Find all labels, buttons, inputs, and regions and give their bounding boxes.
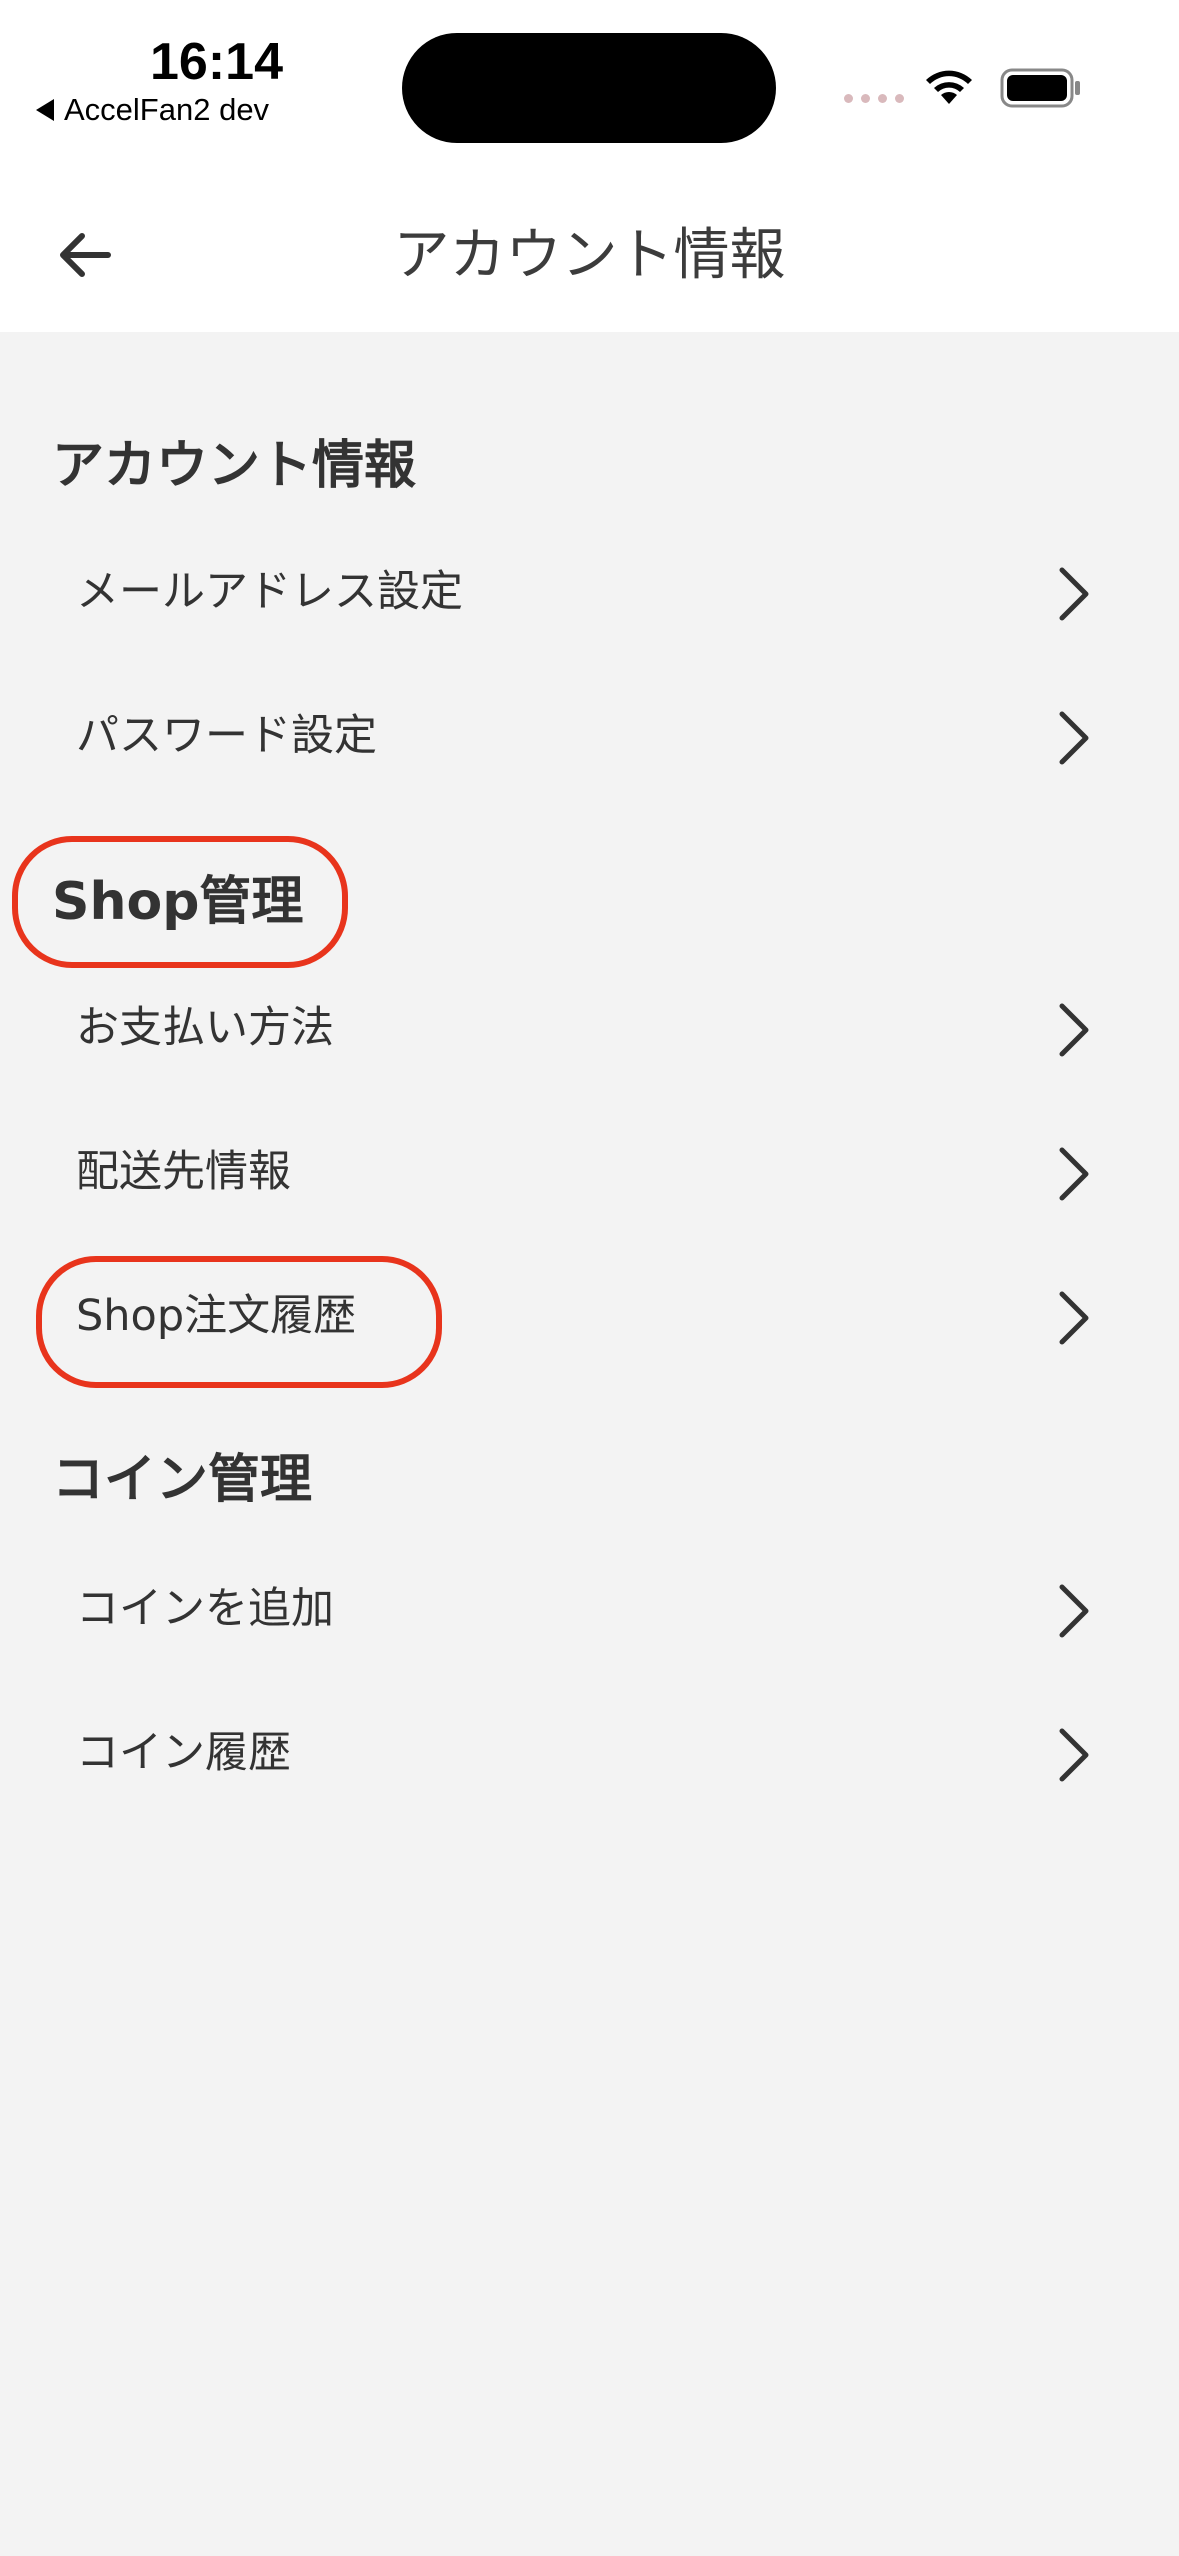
- menu-item-label: コインを追加: [76, 1584, 334, 1634]
- battery-icon: [1000, 68, 1080, 108]
- header: 16:14 AccelFan2 dev アカウント情報: [0, 0, 1179, 332]
- page-title: アカウント情報: [393, 223, 786, 288]
- chevron-right-icon: [1059, 567, 1089, 621]
- menu-item-shop-order-history[interactable]: Shop注文履歴: [0, 1246, 1179, 1386]
- chevron-right-icon: [1059, 1291, 1089, 1345]
- chevron-right-icon: [1059, 1728, 1089, 1782]
- menu-item-label: メールアドレス設定: [76, 567, 463, 617]
- back-to-app-link[interactable]: AccelFan2 dev: [36, 92, 269, 128]
- menu-item-shipping-info[interactable]: 配送先情報: [0, 1102, 1179, 1242]
- section-title-account: アカウント情報: [52, 436, 417, 496]
- chevron-right-icon: [1059, 1003, 1089, 1057]
- section-title-shop: Shop管理: [52, 872, 304, 932]
- cellular-signal-icon: [844, 94, 904, 103]
- chevron-right-icon: [1059, 1584, 1089, 1638]
- dynamic-island: [402, 33, 776, 143]
- menu-item-email-settings[interactable]: メールアドレス設定: [0, 522, 1179, 662]
- chevron-right-icon: [1059, 711, 1089, 765]
- chevron-right-icon: [1059, 1147, 1089, 1201]
- menu-item-password-settings[interactable]: パスワード設定: [0, 666, 1179, 806]
- menu-item-label: パスワード設定: [76, 711, 377, 761]
- menu-item-label: コイン履歴: [76, 1728, 291, 1778]
- menu-item-label: お支払い方法: [76, 1003, 334, 1053]
- status-time: 16:14: [150, 33, 283, 91]
- back-triangle-icon: [36, 99, 54, 121]
- menu-item-add-coins[interactable]: コインを追加: [0, 1539, 1179, 1679]
- menu-item-label: 配送先情報: [76, 1147, 291, 1197]
- wifi-icon: [926, 70, 972, 104]
- menu-item-label: Shop注文履歴: [76, 1291, 357, 1341]
- menu-item-coin-history[interactable]: コイン履歴: [0, 1683, 1179, 1823]
- section-title-coin: コイン管理: [52, 1450, 313, 1510]
- back-app-label: AccelFan2 dev: [64, 92, 270, 127]
- menu-item-payment-method[interactable]: お支払い方法: [0, 958, 1179, 1098]
